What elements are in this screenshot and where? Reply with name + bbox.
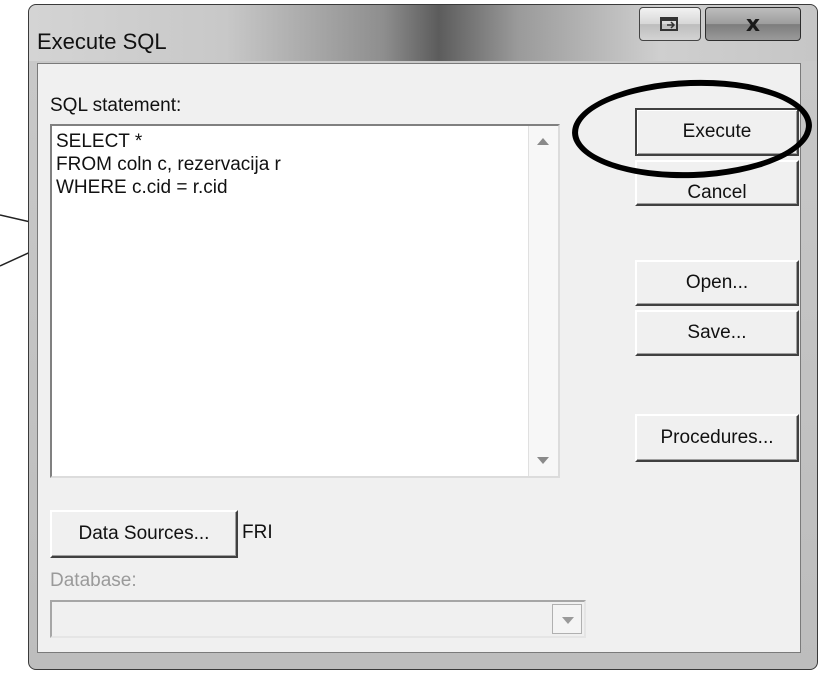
cancel-button[interactable]: Cancel — [635, 160, 799, 206]
open-button[interactable]: Open... — [635, 260, 799, 306]
execute-sql-dialog: Execute SQL x SQL statement: SELECT * FR… — [28, 4, 818, 670]
sql-statement-text[interactable]: SELECT * FROM coln c, rezervacija r WHER… — [56, 130, 526, 470]
execute-button[interactable]: Execute — [635, 108, 799, 156]
sql-statement-label: SQL statement: — [50, 95, 182, 116]
title-bar: Execute SQL x — [29, 5, 817, 61]
sql-scrollbar[interactable] — [528, 126, 558, 476]
restore-button[interactable] — [639, 7, 701, 41]
window-title: Execute SQL — [37, 29, 167, 54]
execute-button-label: Execute — [682, 121, 752, 142]
close-button[interactable]: x — [705, 7, 801, 41]
cancel-button-label: Cancel — [687, 182, 747, 203]
chevron-down-icon — [562, 617, 574, 624]
close-icon: x — [745, 11, 761, 37]
database-dropdown-button[interactable] — [552, 604, 582, 634]
scroll-up-icon[interactable] — [537, 138, 549, 145]
procedures-button[interactable]: Procedures... — [635, 414, 799, 462]
data-sources-button[interactable]: Data Sources... — [50, 510, 238, 558]
sql-statement-textarea[interactable]: SELECT * FROM coln c, rezervacija r WHER… — [50, 124, 560, 478]
data-sources-button-label: Data Sources... — [78, 523, 210, 544]
database-select[interactable] — [50, 600, 586, 638]
data-source-name: FRI — [242, 522, 273, 543]
save-button-label: Save... — [687, 322, 747, 343]
dialog-body: SQL statement: SELECT * FROM coln c, rez… — [37, 63, 801, 653]
restore-window-icon — [660, 17, 678, 31]
save-button[interactable]: Save... — [635, 310, 799, 356]
database-label: Database: — [50, 570, 137, 591]
open-button-label: Open... — [685, 272, 749, 293]
scroll-down-icon[interactable] — [537, 457, 549, 464]
procedures-button-label: Procedures... — [660, 427, 774, 448]
